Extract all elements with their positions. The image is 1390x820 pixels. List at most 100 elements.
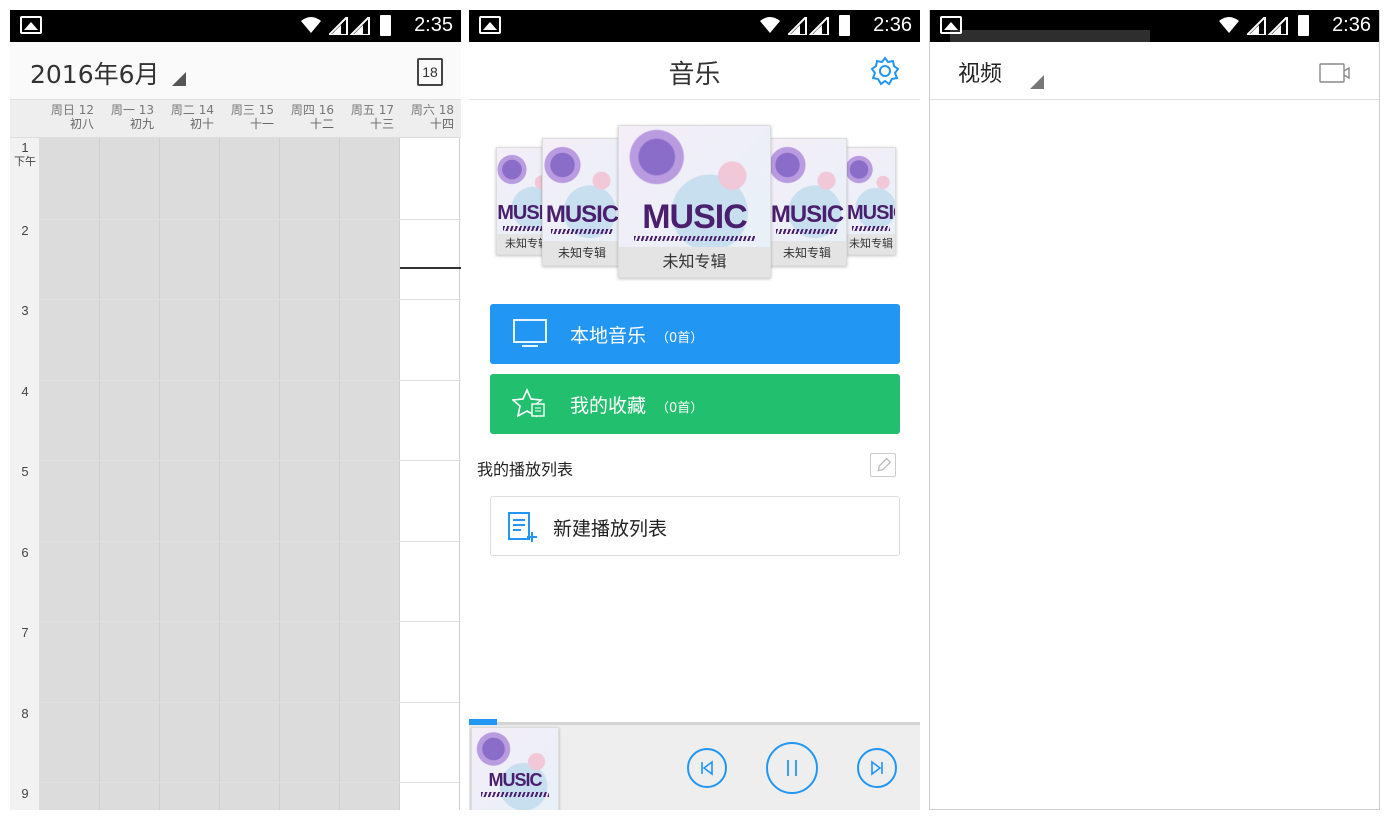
afternoon-label: 下午	[14, 156, 36, 168]
hour-label: 6	[21, 544, 29, 560]
calendar-header: 2016年6月 18	[10, 42, 461, 100]
weekday-date: 周五 17	[350, 103, 394, 117]
hour-divider	[40, 379, 461, 381]
weekday-date: 周二 14	[170, 103, 214, 117]
column-divider	[279, 138, 280, 810]
past-days-shade	[40, 138, 400, 810]
status-bar: 2:35	[10, 10, 461, 42]
previous-button[interactable]	[687, 748, 727, 788]
playback-progress[interactable]	[469, 719, 497, 725]
new-playlist-label: 新建播放列表	[553, 518, 668, 540]
week-day-header: 周日 12 初八 周一 13 初九 周二 14 初十 周三 15 十一 周四 16 十二 周五 17…	[10, 100, 461, 138]
hour-divider	[40, 782, 461, 783]
clock: 2:35	[414, 14, 453, 36]
lunar-date: 初九	[129, 117, 154, 131]
hour-label: 5	[21, 464, 29, 479]
weekday-date: 周日 12	[50, 103, 94, 117]
clock: 2:36	[873, 14, 912, 36]
hour-divider	[40, 218, 461, 220]
favorites-label: 我的收藏	[570, 395, 647, 417]
hour-divider	[40, 621, 461, 622]
local-music-button[interactable]: 本地音乐 （0首）	[490, 304, 900, 364]
next-button[interactable]	[857, 748, 897, 788]
day-column-header[interactable]: 周三 15 十一	[220, 103, 280, 131]
hour-divider	[40, 460, 461, 461]
day-column-header[interactable]: 周一 13 初九	[100, 103, 160, 131]
now-playing-cover[interactable]: MUSIC	[471, 727, 559, 810]
hour-label: 8	[21, 705, 29, 721]
favorites-button[interactable]: 我的收藏 （0首）	[490, 374, 900, 434]
pause-button[interactable]	[766, 742, 818, 794]
gallery-notification-icon	[20, 16, 42, 34]
status-bar: 2:36	[930, 10, 1379, 44]
gear-icon[interactable]	[870, 56, 900, 86]
weekday-date: 周一 13	[110, 103, 154, 117]
column-divider	[459, 138, 460, 810]
day-column-header[interactable]: 周四 16 十二	[280, 103, 340, 131]
signal-icon	[1247, 17, 1288, 35]
day-column-header[interactable]: 周二 14 初十	[160, 103, 220, 131]
favorites-count: （0首）	[656, 401, 704, 416]
weekday-date: 周三 15	[230, 103, 274, 117]
battery-icon	[839, 15, 850, 36]
star-list-icon	[512, 388, 545, 418]
album-cover-selected[interactable]: MUSIC 未知专辑	[618, 125, 771, 278]
hour-label: 4	[21, 383, 29, 399]
clock: 2:36	[1332, 14, 1371, 36]
album-carousel[interactable]: MUSIC 未知专辑 MUSIC 未知专辑 MUSIC 未知专辑 MUSIC 未…	[469, 92, 920, 278]
monitor-icon	[513, 319, 547, 347]
video-screen: 2:36 视频	[929, 10, 1380, 810]
hour-divider	[40, 299, 461, 300]
lunar-date: 十四	[429, 117, 454, 131]
local-music-label: 本地音乐	[570, 325, 647, 347]
status-bar: 2:36	[469, 10, 920, 42]
lunar-date: 初八	[69, 117, 94, 131]
column-divider	[399, 138, 400, 810]
wifi-icon	[760, 17, 780, 33]
battery-icon	[1298, 15, 1309, 36]
today-calendar-icon[interactable]: 18	[417, 58, 443, 86]
battery-icon	[380, 15, 391, 36]
day-column-header[interactable]: 周五 17 十三	[340, 103, 400, 131]
playlist-section-title: 我的播放列表	[477, 460, 574, 479]
album-cover[interactable]: MUSIC 未知专辑	[846, 147, 896, 255]
video-header: 视频	[930, 42, 1379, 100]
lunar-date: 十二	[309, 117, 334, 131]
column-divider	[339, 138, 340, 810]
mini-player: MUSIC	[469, 719, 920, 810]
weekday-date: 周四 16	[290, 103, 334, 117]
month-title[interactable]: 2016年6月	[30, 55, 160, 91]
music-screen: 2:36 音乐 MUSIC 未知专辑 MUSIC 未知专辑 MUSIC 未知	[469, 10, 920, 810]
album-cover[interactable]: MUSIC 未知专辑	[767, 138, 847, 266]
signal-icon	[788, 17, 829, 35]
column-divider	[159, 138, 160, 810]
album-caption: 未知专辑	[619, 247, 770, 277]
local-music-count: （0首）	[656, 331, 704, 346]
new-playlist-button[interactable]: 新建播放列表	[490, 496, 900, 556]
hour-label: 9	[21, 786, 29, 801]
pause-icon	[787, 760, 797, 776]
day-column-header[interactable]: 周日 12 初八	[40, 103, 100, 131]
lunar-date: 十一	[249, 117, 274, 131]
weekday-date: 周六 18	[410, 103, 454, 117]
page-title: 音乐	[668, 60, 721, 90]
edit-icon[interactable]	[870, 453, 896, 477]
column-divider	[219, 138, 220, 810]
video-camera-icon[interactable]	[1319, 63, 1351, 83]
column-divider	[99, 138, 100, 810]
week-grid[interactable]: 1 下午 2 3 4 5 6 7 8 9	[10, 138, 461, 810]
hour-label: 7	[21, 625, 29, 640]
day-column-header[interactable]: 周六 18 十四	[400, 103, 460, 131]
current-time-line	[400, 267, 461, 269]
hour-divider	[40, 701, 461, 703]
wifi-icon	[1219, 17, 1239, 33]
lunar-date: 初十	[189, 117, 214, 131]
calendar-screen: 2:35 2016年6月 18 周日 12 初八 周一 13 初九 周二 14 初十 周三 …	[10, 10, 461, 810]
album-cover[interactable]: MUSIC 未知专辑	[542, 138, 622, 266]
signal-icon	[329, 17, 370, 35]
dropdown-indicator-icon[interactable]	[1030, 75, 1044, 89]
hour-label: 2	[21, 222, 29, 238]
next-icon	[871, 760, 883, 776]
page-title[interactable]: 视频	[958, 56, 1002, 88]
dropdown-indicator-icon[interactable]	[172, 72, 186, 86]
